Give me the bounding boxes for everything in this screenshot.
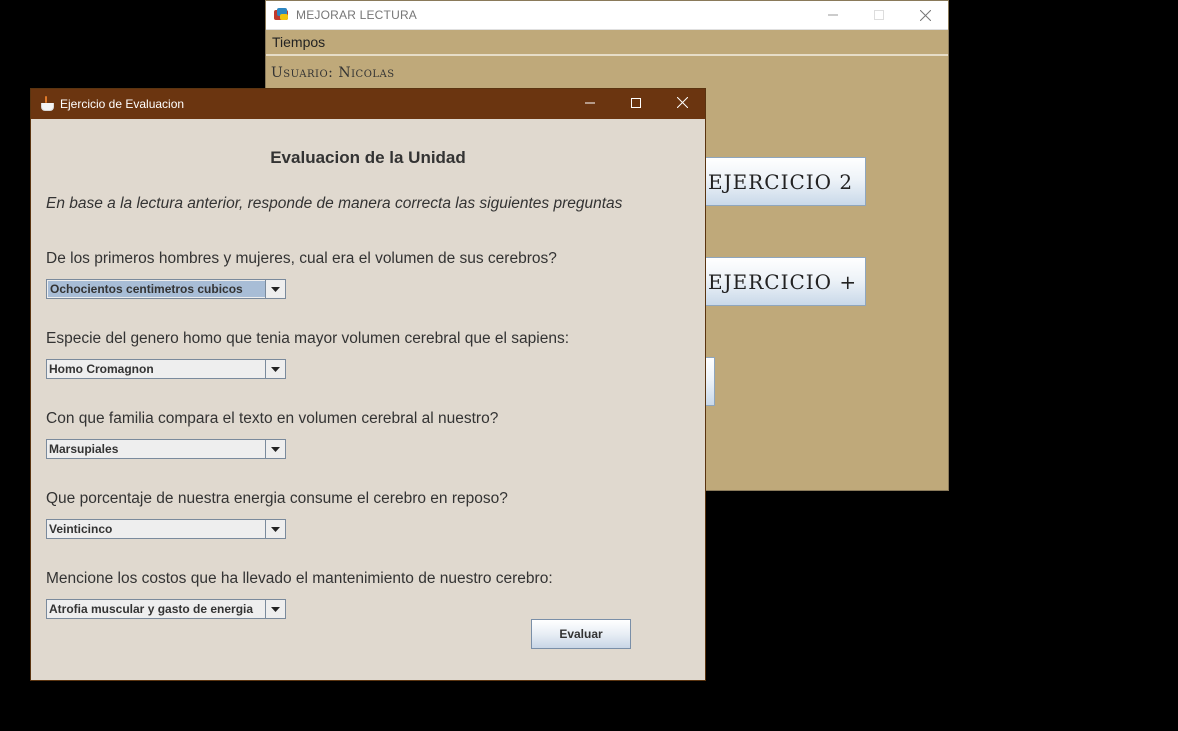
dialog-instruction: En base a la lectura anterior, responde …	[46, 195, 623, 212]
question-1-value: Ochocientos centimetros cubicos	[48, 281, 265, 297]
question-3-label: Con que familia compara el texto en volu…	[46, 410, 499, 427]
question-1-dropdown[interactable]: Ochocientos centimetros cubicos	[46, 279, 286, 299]
ejercicio-2-label: EJERCICIO 2	[708, 169, 854, 194]
maximize-icon	[874, 10, 884, 20]
user-label: Usuario: Nicolas	[271, 65, 395, 81]
question-2-dropdown[interactable]: Homo Cromagnon	[46, 359, 286, 379]
evaluar-label: Evaluar	[559, 627, 603, 641]
dropdown-arrow-icon	[265, 600, 285, 618]
ejercicio-2-button[interactable]: EJERCICIO 2	[701, 157, 866, 206]
question-1-label: De los primeros hombres y mujeres, cual …	[46, 250, 557, 267]
app-icon	[274, 8, 290, 22]
question-3-dropdown[interactable]: Marsupiales	[46, 439, 286, 459]
maximize-button[interactable]	[856, 1, 902, 29]
question-4-dropdown[interactable]: Veinticinco	[46, 519, 286, 539]
question-2-label: Especie del genero homo que tenia mayor …	[46, 330, 570, 347]
question-4-value: Veinticinco	[49, 522, 113, 536]
minimize-icon	[828, 10, 838, 20]
ejercicio-plus-label: EJERCICIO +	[708, 269, 858, 294]
dialog-title: Ejercicio de Evaluacion	[60, 97, 185, 111]
minimize-icon	[585, 95, 595, 113]
java-icon	[40, 96, 54, 112]
evaluar-button[interactable]: Evaluar	[531, 619, 631, 649]
dialog-heading: Evaluacion de la Unidad	[270, 148, 466, 167]
dialog-maximize-button[interactable]	[613, 89, 659, 119]
question-5-dropdown[interactable]: Atrofia muscular y gasto de energia	[46, 599, 286, 619]
dropdown-arrow-icon	[265, 360, 285, 378]
ejercicio-plus-button[interactable]: EJERCICIO +	[701, 257, 866, 306]
dialog-titlebar[interactable]: Ejercicio de Evaluacion	[31, 89, 705, 119]
dropdown-arrow-icon	[265, 520, 285, 538]
menu-bar: Tiempos	[266, 30, 948, 56]
evaluation-dialog: Ejercicio de Evaluacion Evaluacion de la…	[30, 88, 706, 681]
menu-item-tiempos[interactable]: Tiempos	[272, 34, 325, 50]
dropdown-arrow-icon	[265, 440, 285, 458]
dropdown-arrow-icon	[265, 280, 285, 298]
question-2-value: Homo Cromagnon	[49, 362, 154, 376]
maximize-icon	[631, 95, 641, 113]
question-5-label: Mencione los costos que ha llevado el ma…	[46, 570, 553, 587]
close-icon	[676, 95, 688, 113]
question-3-value: Marsupiales	[49, 442, 119, 456]
background-window-title: MEJORAR LECTURA	[296, 8, 418, 22]
background-window-titlebar[interactable]: MEJORAR LECTURA	[266, 1, 948, 30]
dialog-close-button[interactable]	[659, 89, 705, 119]
dialog-minimize-button[interactable]	[567, 89, 613, 119]
close-icon	[919, 9, 931, 21]
partial-button[interactable]	[705, 357, 715, 406]
close-button[interactable]	[902, 1, 948, 29]
question-5-value: Atrofia muscular y gasto de energia	[49, 602, 254, 616]
minimize-button[interactable]	[810, 1, 856, 29]
question-4-label: Que porcentaje de nuestra energia consum…	[46, 490, 508, 507]
